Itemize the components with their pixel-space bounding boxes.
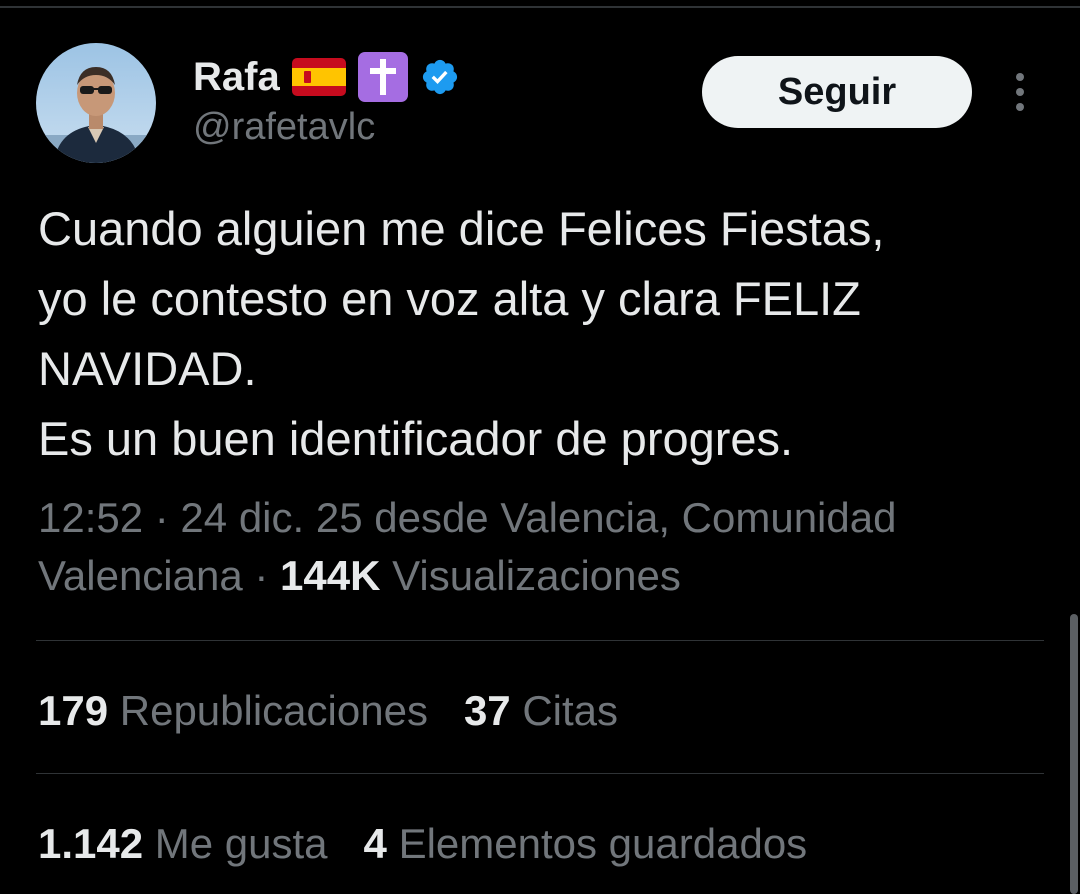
bookmarks-stat[interactable]: 4 Elementos guardados bbox=[364, 820, 808, 868]
quotes-stat[interactable]: 37 Citas bbox=[464, 687, 618, 735]
avatar[interactable] bbox=[36, 43, 156, 163]
tweet-metadata: 12:52 · 24 dic. 25 desde Valencia, Comun… bbox=[38, 489, 1038, 605]
divider bbox=[36, 773, 1044, 774]
likes-label: Me gusta bbox=[154, 820, 328, 867]
author-name[interactable]: Rafa bbox=[193, 57, 280, 97]
location-continued: Valenciana · bbox=[38, 552, 281, 599]
spain-flag-icon bbox=[291, 58, 346, 96]
quotes-count: 37 bbox=[463, 687, 511, 734]
reposts-label: Republicaciones bbox=[119, 687, 428, 734]
follow-button[interactable]: Seguir bbox=[702, 56, 972, 128]
tweet-text-line: yo le contesto en voz alta y clara FELIZ bbox=[38, 272, 861, 325]
tweet-text-line: Cuando alguien me dice Felices Fiestas, bbox=[38, 202, 885, 255]
author-handle[interactable]: @rafetavlc bbox=[193, 108, 375, 146]
tweet-text-line: Es un buen identificador de progres. bbox=[38, 412, 794, 465]
author-name-row: Rafa bbox=[193, 52, 460, 102]
views-label: Visualizaciones bbox=[380, 552, 681, 599]
timestamp-location[interactable]: 12:52 · 24 dic. 25 desde Valencia, Comun… bbox=[38, 489, 1038, 547]
verified-badge-icon[interactable] bbox=[420, 57, 460, 97]
divider bbox=[36, 640, 1044, 641]
likes-count: 1.142 bbox=[38, 820, 144, 867]
latin-cross-icon bbox=[357, 52, 408, 102]
tweet-text-line: NAVIDAD. bbox=[38, 342, 257, 395]
more-options-icon[interactable] bbox=[1000, 66, 1040, 118]
scrollbar[interactable] bbox=[1070, 614, 1078, 894]
quotes-label: Citas bbox=[522, 687, 619, 734]
reposts-stat[interactable]: 179 Republicaciones bbox=[38, 687, 428, 735]
engagement-stats-row-1: 179 Republicaciones 37 Citas bbox=[38, 683, 654, 739]
tweet-text: Cuando alguien me dice Felices Fiestas, … bbox=[38, 194, 1048, 474]
bookmarks-count: 4 bbox=[363, 820, 387, 867]
top-border bbox=[0, 6, 1080, 8]
views-count: 144K bbox=[280, 552, 381, 599]
reposts-count: 179 bbox=[38, 687, 109, 734]
bookmarks-label: Elementos guardados bbox=[398, 820, 808, 867]
views-line: Valenciana · 144K Visualizaciones bbox=[38, 547, 1038, 605]
likes-stat[interactable]: 1.142 Me gusta bbox=[38, 820, 328, 868]
engagement-stats-row-2: 1.142 Me gusta 4 Elementos guardados bbox=[38, 816, 843, 872]
